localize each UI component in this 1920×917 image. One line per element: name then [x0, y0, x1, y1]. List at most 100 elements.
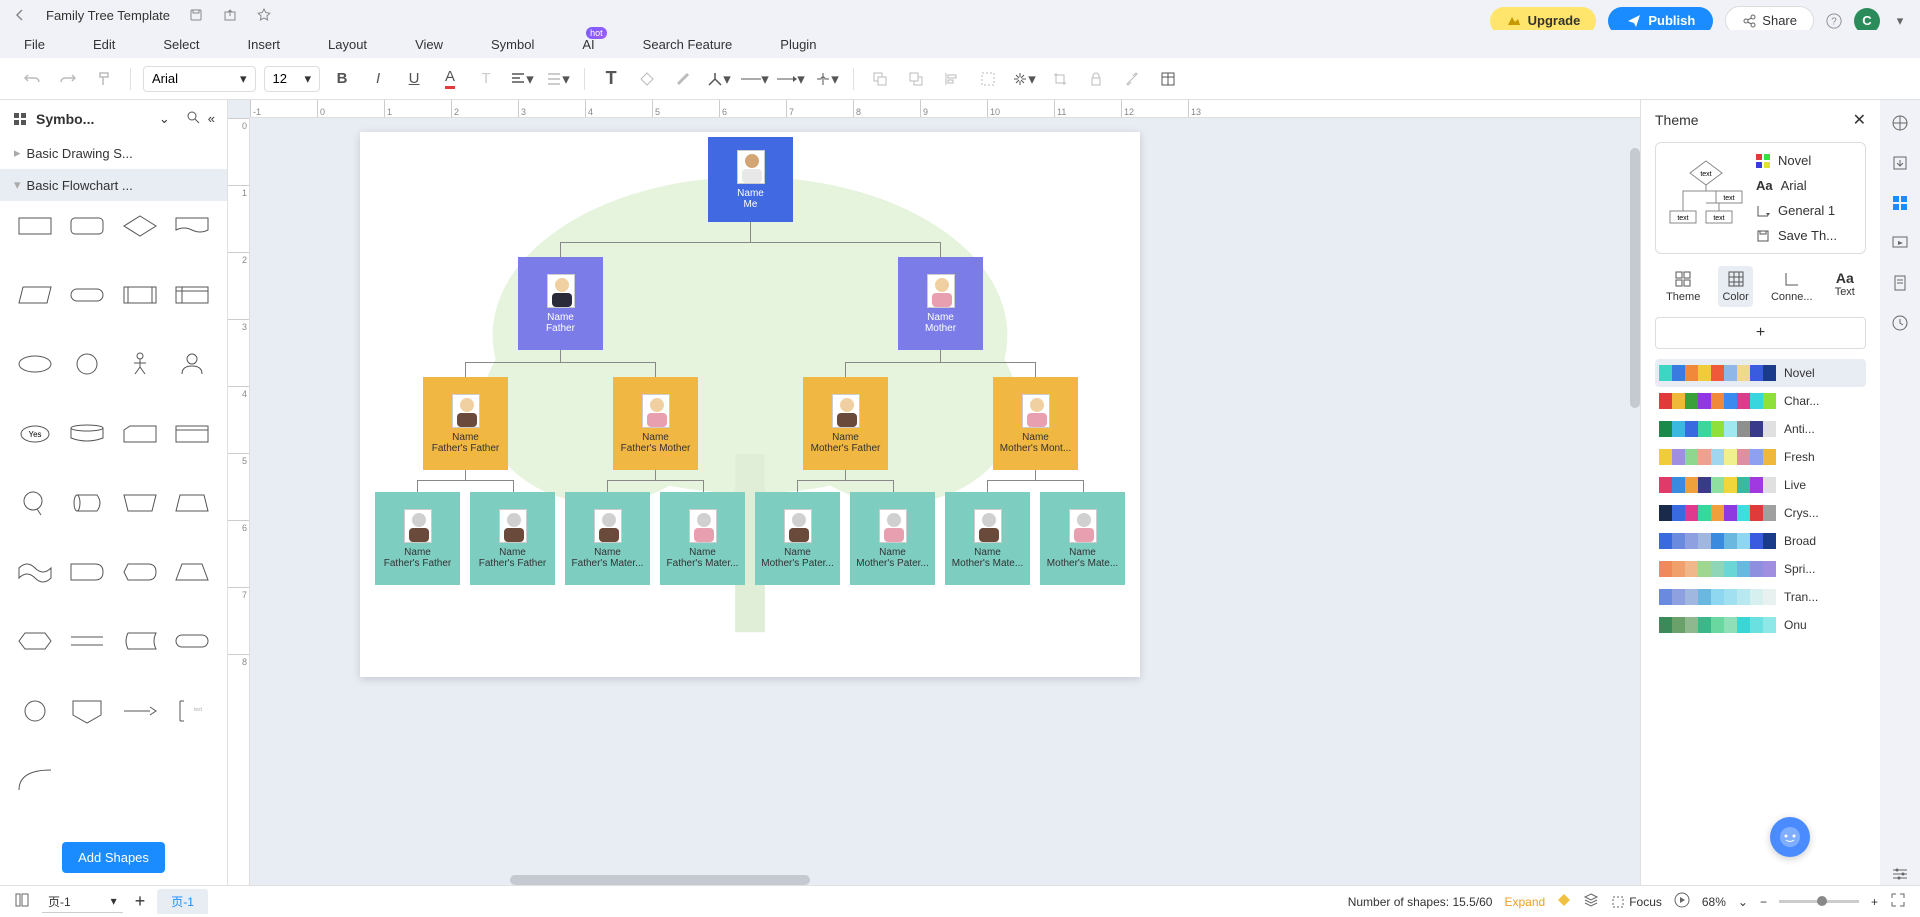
font-select[interactable]: ▾ — [143, 66, 256, 92]
shape-pill[interactable] — [169, 624, 215, 658]
rail-style-icon[interactable] — [1889, 112, 1911, 134]
text-format-icon[interactable]: T — [472, 65, 500, 93]
layers-icon[interactable] — [1583, 892, 1599, 911]
rail-present-icon[interactable] — [1889, 232, 1911, 254]
shape-display[interactable] — [117, 555, 163, 589]
category-basic-drawing[interactable]: ▸Basic Drawing S... — [0, 137, 227, 169]
node-l8[interactable]: NameMother's Mate... — [1040, 492, 1125, 585]
shape-ellipse[interactable] — [12, 347, 58, 381]
effects-icon[interactable]: ▾ — [1010, 65, 1038, 93]
line-style-icon[interactable]: ▾ — [741, 65, 769, 93]
theme-font-row[interactable]: AaArial — [1756, 178, 1855, 193]
shape-terminator[interactable] — [64, 278, 110, 312]
export-icon[interactable] — [222, 7, 238, 23]
diagram-page[interactable]: NameMe NameFather NameMother NameFather'… — [360, 132, 1140, 677]
theme-row-tran[interactable]: Tran... — [1655, 583, 1866, 611]
format-painter-icon[interactable] — [90, 65, 118, 93]
tab-theme[interactable]: Theme — [1662, 266, 1704, 307]
font-color-icon[interactable]: A — [436, 65, 464, 93]
add-theme-button[interactable]: + — [1655, 317, 1866, 349]
theme-name-row[interactable]: Novel — [1756, 153, 1855, 168]
back-icon[interactable] — [12, 7, 28, 23]
zoom-in-icon[interactable]: + — [1871, 895, 1878, 909]
node-l5[interactable]: NameMother's Pater... — [755, 492, 840, 585]
shape-annotation[interactable]: text — [169, 694, 215, 728]
underline-icon[interactable]: U — [400, 65, 428, 93]
chevron-down-icon[interactable]: ⌄ — [159, 111, 170, 127]
shape-arc[interactable] — [12, 763, 58, 797]
shape-offpage[interactable] — [64, 694, 110, 728]
shape-predefined[interactable] — [117, 278, 163, 312]
theme-row-broad[interactable]: Broad — [1655, 527, 1866, 555]
search-icon[interactable] — [186, 110, 200, 127]
page-tab[interactable]: 页-1 — [157, 889, 208, 914]
shape-cylinder-h[interactable] — [64, 417, 110, 451]
shape-rect[interactable] — [12, 209, 58, 243]
connector-icon[interactable]: ▾ — [705, 65, 733, 93]
node-fm[interactable]: NameFather's Mother — [613, 377, 698, 470]
theme-row-live[interactable]: Live — [1655, 471, 1866, 499]
menu-layout[interactable]: Layout — [328, 37, 367, 52]
menu-symbol[interactable]: Symbol — [491, 37, 534, 52]
shape-circle[interactable] — [64, 347, 110, 381]
add-shapes-button[interactable]: Add Shapes — [62, 842, 165, 873]
shape-manual[interactable] — [117, 486, 163, 520]
shape-parallelogram[interactable] — [12, 278, 58, 312]
node-l7[interactable]: NameMother's Mate... — [945, 492, 1030, 585]
shape-roundrect[interactable] — [64, 209, 110, 243]
tools-icon[interactable] — [1118, 65, 1146, 93]
shape-diamond[interactable] — [117, 209, 163, 243]
node-l6[interactable]: NameMother's Pater... — [850, 492, 935, 585]
shape-document[interactable] — [169, 209, 215, 243]
theme-row-anti[interactable]: Anti... — [1655, 415, 1866, 443]
node-me[interactable]: NameMe — [708, 137, 793, 222]
node-father[interactable]: NameFather — [518, 257, 603, 350]
redo-icon[interactable] — [54, 65, 82, 93]
bold-icon[interactable]: B — [328, 65, 356, 93]
shape-tape[interactable] — [12, 555, 58, 589]
category-basic-flowchart[interactable]: ▾Basic Flowchart ... — [0, 169, 227, 201]
shape-arrow-right[interactable] — [117, 694, 163, 728]
theme-conn-row[interactable]: General 1 — [1756, 203, 1855, 218]
theme-row-fresh[interactable]: Fresh — [1655, 443, 1866, 471]
table-icon[interactable] — [1154, 65, 1182, 93]
node-l3[interactable]: NameFather's Mater... — [565, 492, 650, 585]
tab-color[interactable]: Color — [1718, 266, 1752, 307]
shape-parallel-lines[interactable] — [64, 624, 110, 658]
italic-icon[interactable]: I — [364, 65, 392, 93]
shape-person[interactable] — [117, 347, 163, 381]
rail-page-icon[interactable] — [1889, 272, 1911, 294]
menu-ai[interactable]: AIhot — [582, 37, 594, 52]
focus-button[interactable]: Focus — [1611, 895, 1662, 909]
undo-icon[interactable] — [18, 65, 46, 93]
menu-insert[interactable]: Insert — [248, 37, 281, 52]
shape-cylinder-v[interactable] — [64, 486, 110, 520]
menu-search[interactable]: Search Feature — [643, 37, 733, 52]
rail-settings-icon[interactable] — [1889, 863, 1911, 885]
rail-import-icon[interactable] — [1889, 152, 1911, 174]
zoom-level[interactable]: 68% — [1702, 895, 1726, 909]
node-mother[interactable]: NameMother — [898, 257, 983, 350]
front-icon[interactable] — [866, 65, 894, 93]
node-mf[interactable]: NameMother's Father — [803, 377, 888, 470]
menu-select[interactable]: Select — [163, 37, 199, 52]
align-icon[interactable]: ▾ — [508, 65, 536, 93]
star-icon[interactable] — [256, 7, 272, 23]
fill-icon[interactable] — [633, 65, 661, 93]
shape-delay[interactable] — [64, 555, 110, 589]
crop-icon[interactable] — [1046, 65, 1074, 93]
stroke-icon[interactable] — [669, 65, 697, 93]
fullscreen-icon[interactable] — [1890, 892, 1906, 911]
rail-theme-icon[interactable] — [1889, 192, 1911, 214]
theme-save-row[interactable]: Save Th... — [1756, 228, 1855, 243]
node-mm[interactable]: NameMother's Mont... — [993, 377, 1078, 470]
menu-edit[interactable]: Edit — [93, 37, 115, 52]
lock-icon[interactable] — [1082, 65, 1110, 93]
play-icon[interactable] — [1674, 892, 1690, 911]
arrow-icon[interactable]: ▾ — [777, 65, 805, 93]
shape-internal[interactable] — [169, 278, 215, 312]
text-tool-icon[interactable]: T — [597, 65, 625, 93]
shape-callout[interactable] — [12, 486, 58, 520]
node-ff[interactable]: NameFather's Father — [423, 377, 508, 470]
theme-row-crys[interactable]: Crys... — [1655, 499, 1866, 527]
